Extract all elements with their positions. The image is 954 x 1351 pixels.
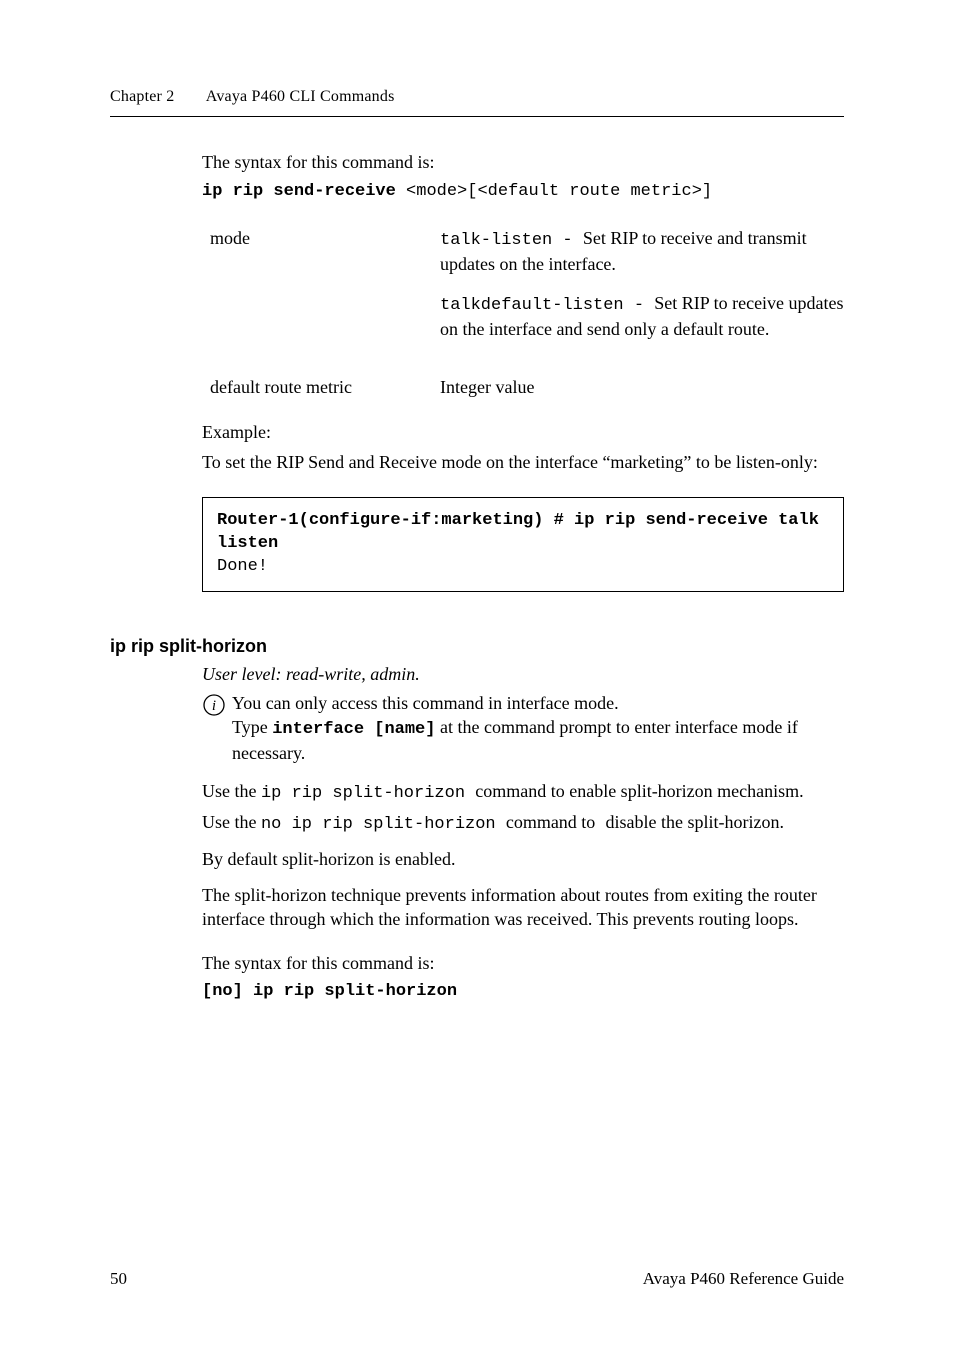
usage-disable: Use the no ip rip split-horizon command … [202, 811, 844, 836]
command-syntax: ip rip send-receive <mode>[<default rout… [202, 181, 844, 203]
code-output: Done! [217, 557, 268, 576]
code-example: Router-1(configure-if:marketing) # ip ri… [202, 497, 844, 592]
default-note: By default split-horizon is enabled. [202, 848, 844, 872]
param-desc-metric: Integer value [440, 376, 844, 400]
param-desc-mode: talk-listen - Set RIP to receive and tra… [440, 227, 844, 357]
info-icon: i [202, 693, 226, 717]
usage-enable: Use the ip rip split-horizon command to … [202, 780, 844, 805]
param-option-2: talkdefault-listen - Set RIP to receive … [440, 292, 844, 341]
param-option-1: talk-listen - Set RIP to receive and tra… [440, 227, 844, 276]
doc-title: Avaya P460 Reference Guide [643, 1269, 844, 1289]
param-name-mode: mode [202, 227, 440, 251]
user-level: User level: read-write, admin. [202, 663, 844, 687]
option-code: talkdefault-listen - [440, 296, 654, 315]
text: Use the [202, 812, 261, 832]
command-syntax-2: [no] ip rip split-horizon [202, 981, 844, 1003]
example-label: Example: [202, 421, 844, 445]
text: disable the split-horizon. [606, 812, 784, 832]
svg-text:i: i [212, 698, 216, 714]
main-content: The syntax for this command is: ip rip s… [202, 151, 844, 592]
page: Chapter 2 Avaya P460 CLI Commands The sy… [0, 0, 954, 1351]
param-name-metric: default route metric [202, 376, 440, 400]
cmd-keyword: ip rip send-receive [202, 182, 406, 201]
note-continuation: Type interface [name] at the command pro… [232, 716, 844, 765]
code: no ip rip split-horizon [261, 815, 506, 834]
syntax-intro: The syntax for this command is: [202, 151, 844, 175]
note-pre: Type [232, 717, 272, 737]
text: Use the [202, 781, 261, 801]
syntax-intro-2: The syntax for this command is: [202, 952, 844, 976]
example-description: To set the RIP Send and Receive mode on … [202, 451, 844, 475]
parameter-table: mode talk-listen - Set RIP to receive an… [202, 227, 844, 399]
section-content: User level: read-write, admin. i You can… [202, 663, 844, 1004]
page-footer: 50 Avaya P460 Reference Guide [110, 1269, 844, 1289]
chapter-title: Avaya P460 CLI Commands [206, 88, 395, 105]
text: command to [506, 812, 595, 832]
running-header: Chapter 2 Avaya P460 CLI Commands [110, 88, 844, 117]
table-row: default route metric Integer value [202, 376, 844, 400]
note-code: interface [name] [272, 720, 435, 739]
code: ip rip split-horizon [261, 784, 475, 803]
explanation: The split-horizon technique prevents inf… [202, 884, 844, 932]
text: command to enable split-horizon mechanis… [475, 781, 803, 801]
cmd-args: <mode>[<default route metric>] [406, 182, 712, 201]
code-input: Router-1(configure-if:marketing) # ip ri… [217, 511, 829, 553]
note-line1: You can only access this command in inte… [232, 693, 619, 713]
page-number: 50 [110, 1269, 127, 1289]
spacer [595, 815, 605, 834]
option-code: talk-listen - [440, 231, 583, 250]
chapter-label: Chapter 2 [110, 88, 174, 105]
table-row: mode talk-listen - Set RIP to receive an… [202, 227, 844, 357]
note-text: You can only access this command in inte… [232, 692, 844, 716]
info-note: i You can only access this command in in… [202, 692, 844, 716]
section-heading-split-horizon: ip rip split-horizon [110, 636, 844, 657]
